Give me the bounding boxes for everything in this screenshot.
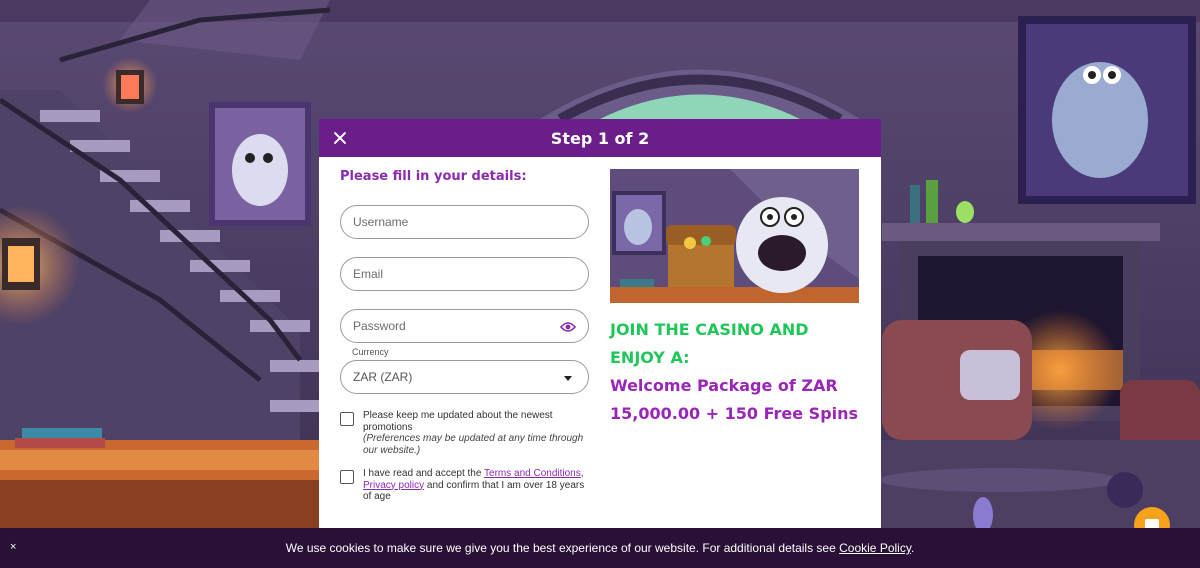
welcome-package-text: Welcome Package of ZAR 15,000.00 + 150 F… <box>610 376 859 423</box>
form-heading: Please fill in your details: <box>340 169 527 184</box>
cookie-message: We use cookies to make sure we give you … <box>286 541 915 555</box>
cookie-close-button[interactable]: × <box>10 541 16 553</box>
password-input[interactable] <box>353 319 576 333</box>
currency-label: Currency <box>352 347 389 357</box>
modal-title: Step 1 of 2 <box>550 128 650 148</box>
password-field[interactable] <box>340 309 589 343</box>
eye-icon[interactable] <box>560 321 576 333</box>
terms-checkbox[interactable] <box>340 470 354 484</box>
username-field[interactable] <box>340 205 589 239</box>
promotions-consent-row: Please keep me updated about the newest … <box>340 410 590 456</box>
promotions-text: Please keep me updated about the newest … <box>363 410 553 433</box>
promotions-consent-text: Please keep me updated about the newest … <box>363 410 588 456</box>
terms-prefix: I have read and accept the <box>363 468 485 479</box>
terms-separator: , <box>580 468 584 479</box>
caret-down-icon <box>564 376 572 381</box>
promotions-note: (Preferences may be updated at any time … <box>363 433 584 456</box>
promotions-checkbox[interactable] <box>340 412 354 426</box>
promo-panel: JOIN THE CASINO AND ENJOY A: Welcome Pac… <box>610 169 860 428</box>
modal-header: Step 1 of 2 <box>319 119 881 157</box>
cookie-bar: × We use cookies to make sure we give yo… <box>0 528 1200 568</box>
email-input[interactable] <box>353 267 576 281</box>
cookie-text-end: . <box>910 541 915 555</box>
ghost-treasure-illustration <box>610 169 859 303</box>
email-field[interactable] <box>340 257 589 291</box>
terms-consent-row: I have read and accept the Terms and Con… <box>340 468 590 503</box>
registration-modal: Step 1 of 2 Please fill in your details:… <box>319 119 881 528</box>
privacy-link[interactable]: Privacy policy <box>363 480 424 491</box>
terms-link[interactable]: Terms and Conditions <box>484 468 581 479</box>
promo-headline: JOIN THE CASINO AND ENJOY A: <box>610 320 809 367</box>
terms-consent-text: I have read and accept the Terms and Con… <box>363 468 588 503</box>
currency-value: ZAR (ZAR) <box>353 370 413 384</box>
registration-form: Please fill in your details: Currency ZA… <box>340 169 590 503</box>
promo-image <box>610 169 859 303</box>
username-input[interactable] <box>353 215 576 229</box>
cookie-policy-link[interactable]: Cookie Policy <box>839 541 911 555</box>
currency-select[interactable]: ZAR (ZAR) <box>340 360 589 394</box>
close-icon[interactable] <box>331 129 349 147</box>
cookie-text: We use cookies to make sure we give you … <box>285 541 840 555</box>
